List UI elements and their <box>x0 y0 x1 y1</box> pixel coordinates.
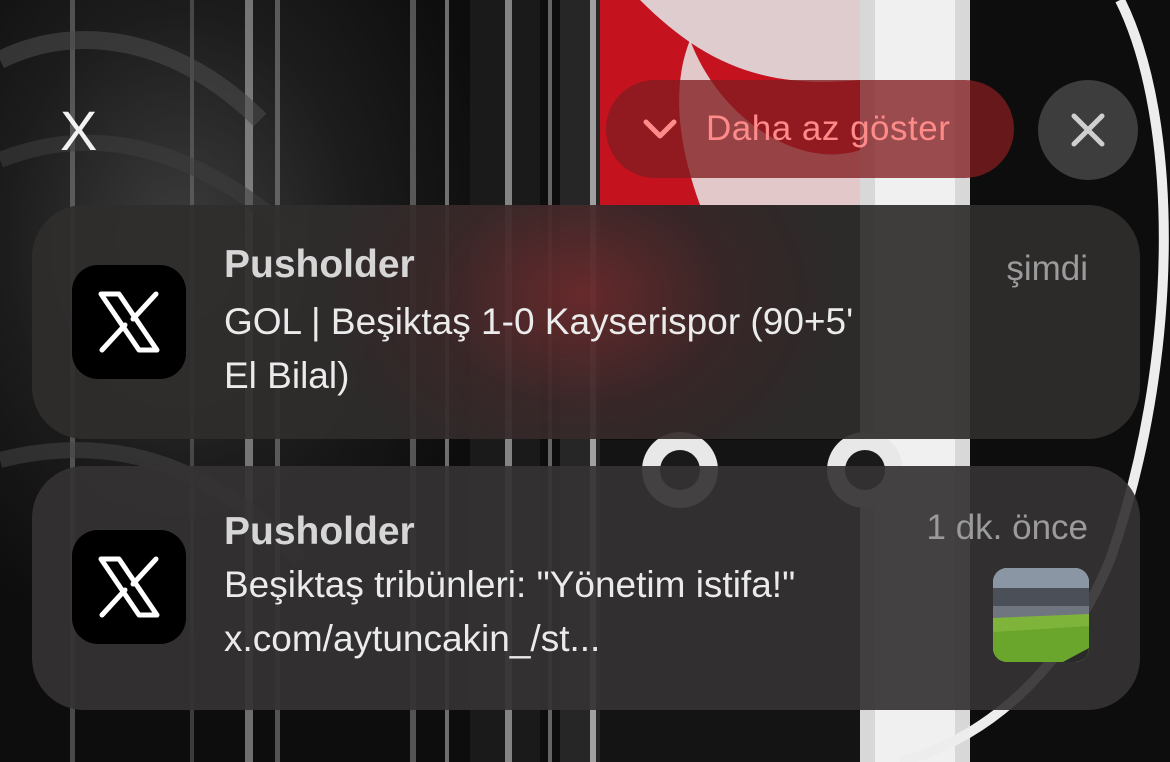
stadium-thumbnail <box>993 568 1089 662</box>
notification-body: Beşiktaş tribünleri: "Yönetim istifa!" x… <box>224 558 984 666</box>
show-less-button[interactable]: Daha az göster <box>606 80 1014 178</box>
notification-body-line: Beşiktaş tribünleri: "Yönetim istifa!" <box>224 564 796 605</box>
notification-app-name: Pusholder <box>224 510 415 553</box>
close-icon <box>1071 113 1105 147</box>
x-logo-icon <box>72 530 186 644</box>
lock-screen: X Daha az göster Pusholder şimdi GOL | B… <box>0 0 1170 762</box>
show-less-label: Daha az göster <box>706 109 951 148</box>
notification-body-line: GOL | Beşiktaş 1-0 Kayserispor (90+5' <box>224 301 854 342</box>
notification-body-line: x.com/aytuncakin_/st... <box>224 618 601 659</box>
chevron-down-icon <box>643 119 677 139</box>
group-title: X <box>60 99 97 162</box>
x-logo-icon <box>72 265 186 379</box>
notification-card[interactable]: Pusholder şimdi GOL | Beşiktaş 1-0 Kayse… <box>32 205 1140 439</box>
notification-time: şimdi <box>1006 249 1088 288</box>
notification-card[interactable]: Pusholder 1 dk. önce Beşiktaş tribünleri… <box>32 466 1140 710</box>
clear-group-button[interactable] <box>1038 80 1138 180</box>
notification-app-name: Pusholder <box>224 243 415 286</box>
notification-time: 1 dk. önce <box>926 508 1089 547</box>
notification-body-line: El Bilal) <box>224 355 350 396</box>
notification-body: GOL | Beşiktaş 1-0 Kayserispor (90+5' El… <box>224 295 1044 403</box>
